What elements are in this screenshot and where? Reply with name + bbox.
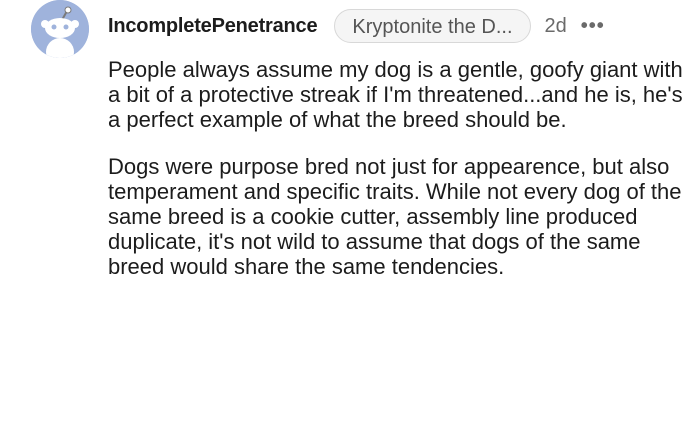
- comment-body: People always assume my dog is a gentle,…: [108, 57, 688, 280]
- comment-paragraph: People always assume my dog is a gentle,…: [108, 57, 683, 133]
- ellipsis-icon[interactable]: •••: [581, 15, 605, 38]
- comment-timestamp[interactable]: 2d: [545, 15, 567, 38]
- comment-paragraph: Dogs were purpose bred not just for appe…: [108, 153, 682, 280]
- username-link[interactable]: IncompletePenetrance: [108, 15, 318, 38]
- comment: IncompletePenetrance Kryptonite the D...…: [0, 0, 700, 437]
- snoo-avatar-icon[interactable]: [31, 0, 89, 58]
- comment-header: IncompletePenetrance Kryptonite the D...…: [108, 8, 605, 44]
- user-flair: Kryptonite the D...: [334, 9, 531, 43]
